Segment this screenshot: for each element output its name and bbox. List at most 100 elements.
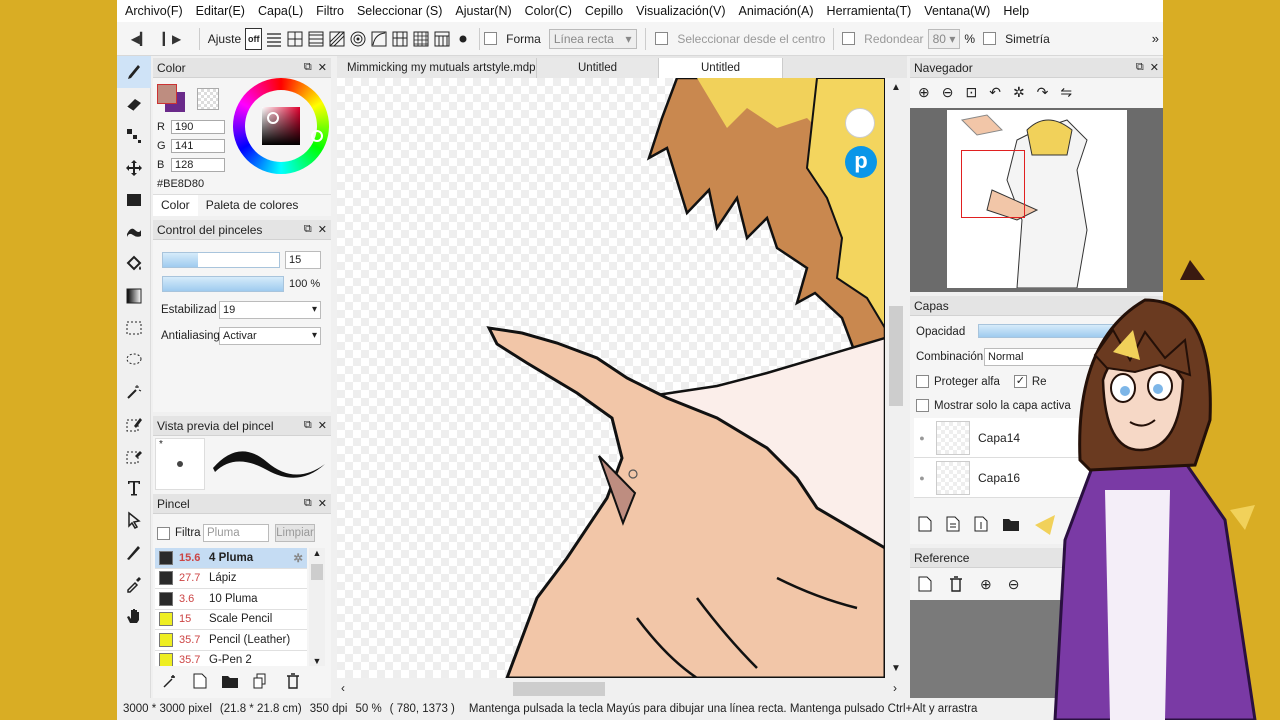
undock-icon[interactable]: ⧉ (304, 223, 312, 236)
zoom-fit-icon[interactable]: ⊡ (965, 84, 977, 101)
canvas-vertical-scrollbar[interactable]: ▲ ▼ (885, 78, 907, 678)
red-input[interactable]: 190 (171, 120, 225, 134)
scroll-right-icon[interactable]: › (893, 681, 897, 695)
hue-picker-handle[interactable] (311, 130, 323, 142)
rotate-left-icon[interactable]: ↶ (989, 84, 1001, 101)
brush-tool-icon[interactable] (117, 56, 151, 88)
scroll-left-icon[interactable]: ‹ (341, 681, 345, 695)
brush-list-item[interactable]: 15.6 4 Pluma ✲ (155, 548, 307, 569)
zoom-out-icon[interactable]: ⊖ (942, 84, 954, 101)
snap-crosshair-icon[interactable] (286, 28, 304, 50)
layer-visibility-icon[interactable]: ● (914, 433, 930, 443)
select-eraser-icon[interactable] (117, 440, 151, 472)
new-reference-icon[interactable] (918, 576, 932, 592)
canvas-vscroll-thumb[interactable] (889, 306, 903, 406)
rectangle-shape-icon[interactable] (117, 184, 151, 216)
duplicate-brush-icon[interactable] (253, 673, 271, 689)
snap-parallel-lines-icon[interactable] (265, 28, 283, 50)
new-brush-icon[interactable] (193, 673, 207, 689)
dotted-brush-tool-icon[interactable] (117, 120, 151, 152)
menu-filtro[interactable]: Filtro (312, 4, 348, 18)
rect-select-icon[interactable] (117, 312, 151, 344)
brush-settings-icon[interactable] (161, 672, 179, 690)
line-tool-icon[interactable] (117, 536, 151, 568)
smudge-tool-icon[interactable] (117, 216, 151, 248)
new-vector-layer-icon[interactable] (946, 516, 960, 532)
close-icon[interactable]: ✕ (318, 419, 327, 432)
brush-size-slider[interactable] (162, 252, 280, 268)
canvas-hscroll-thumb[interactable] (513, 682, 605, 696)
flip-horizontal-icon[interactable]: ⇋ (1060, 84, 1072, 101)
menu-visualizacion[interactable]: Visualización(V) (632, 4, 729, 18)
tab-color[interactable]: Color (153, 195, 198, 216)
snap-off-button[interactable]: off (245, 27, 263, 50)
undock-icon[interactable]: ⧉ (304, 419, 312, 432)
brush-filter-input[interactable]: Pluma (203, 524, 269, 542)
close-icon[interactable]: ✕ (318, 223, 327, 236)
eyedropper-icon[interactable] (117, 568, 151, 600)
navigator-view-rectangle[interactable] (961, 150, 1025, 218)
brush-size-input[interactable]: 15 (285, 251, 321, 269)
brush-list-item[interactable]: 35.7 Pencil (Leather) (155, 630, 307, 651)
brush-list-scrollbar[interactable]: ▲ ▼ (309, 548, 325, 666)
zoom-in-icon[interactable]: ⊕ (980, 576, 992, 593)
blue-input[interactable]: 128 (171, 158, 225, 172)
snap-concentric-icon[interactable] (349, 28, 367, 50)
lasso-select-icon[interactable] (117, 344, 151, 376)
scroll-down-icon[interactable]: ▼ (309, 656, 325, 666)
snap-grid-lines-icon[interactable] (307, 28, 325, 50)
stabilizer-select[interactable]: 19 (219, 301, 321, 319)
menu-ventana[interactable]: Ventana(W) (920, 4, 994, 18)
show-only-checkbox[interactable] (916, 399, 929, 412)
menu-ajustar[interactable]: Ajustar(N) (451, 4, 515, 18)
brush-list-item[interactable]: 3.6 10 Pluma (155, 589, 307, 610)
snap-perspective-icon[interactable] (391, 28, 409, 50)
folder-icon[interactable] (221, 673, 239, 689)
hand-tool-icon[interactable] (117, 600, 151, 632)
magic-wand-icon[interactable] (117, 376, 151, 408)
gradient-tool-icon[interactable] (117, 280, 151, 312)
tab-palette[interactable]: Paleta de colores (198, 195, 307, 216)
canvas-horizontal-scrollbar[interactable]: ‹ › (337, 678, 907, 700)
fill-bucket-icon[interactable] (117, 248, 151, 280)
text-tool-icon[interactable] (117, 472, 151, 504)
select-pen-icon[interactable] (117, 408, 151, 440)
more-options-button[interactable]: » (1152, 31, 1159, 46)
menu-animacion[interactable]: Animación(A) (735, 4, 818, 18)
close-icon[interactable]: ✕ (1150, 61, 1159, 74)
brush-list-item[interactable]: 15 Scale Pencil (155, 609, 307, 630)
scroll-thumb[interactable] (311, 564, 323, 580)
round-checkbox[interactable] (842, 32, 856, 45)
brush-filter-clear-button[interactable]: Limpiar (275, 524, 315, 542)
next-frame-icon[interactable]: ▎▶ (163, 30, 181, 48)
zoom-in-icon[interactable]: ⊕ (918, 84, 930, 101)
green-input[interactable]: 141 (171, 139, 225, 153)
undock-icon[interactable]: ⧉ (304, 61, 312, 74)
scroll-down-icon[interactable]: ▼ (885, 663, 907, 674)
primary-color-swatch[interactable] (157, 84, 177, 104)
sv-picker-handle[interactable] (267, 112, 279, 124)
menu-capa[interactable]: Capa(L) (254, 4, 307, 18)
close-icon[interactable]: ✕ (318, 61, 327, 74)
snap-curve-icon[interactable] (370, 28, 388, 50)
menu-cepillo[interactable]: Cepillo (581, 4, 627, 18)
menu-editar[interactable]: Editar(E) (192, 4, 249, 18)
layer-visibility-icon[interactable]: ● (914, 473, 930, 483)
prev-frame-icon[interactable]: ◀▎ (131, 30, 149, 48)
rotate-right-icon[interactable]: ↷ (1037, 84, 1049, 101)
snap-vanishing-icon[interactable] (433, 28, 451, 50)
menu-herramienta[interactable]: Herramienta(T) (823, 4, 916, 18)
eraser-tool-icon[interactable] (117, 88, 151, 120)
scroll-up-icon[interactable]: ▲ (885, 82, 907, 93)
antialias-select[interactable]: Activar (219, 327, 321, 345)
snap-grid-icon[interactable] (412, 28, 430, 50)
select-center-checkbox[interactable] (655, 32, 669, 45)
new-layer-icon[interactable] (918, 516, 932, 532)
rotate-reset-icon[interactable]: ✲ (1013, 84, 1025, 101)
symmetry-checkbox[interactable] (983, 32, 997, 45)
protect-alpha-checkbox[interactable] (916, 375, 929, 388)
snap-diagonal-icon[interactable] (328, 28, 346, 50)
brush-list-item[interactable]: 35.7 G-Pen 2 (155, 650, 307, 666)
round-value-select[interactable]: 80 ▾ (927, 28, 961, 49)
tab-document-untitled-1[interactable]: Untitled (537, 58, 659, 78)
